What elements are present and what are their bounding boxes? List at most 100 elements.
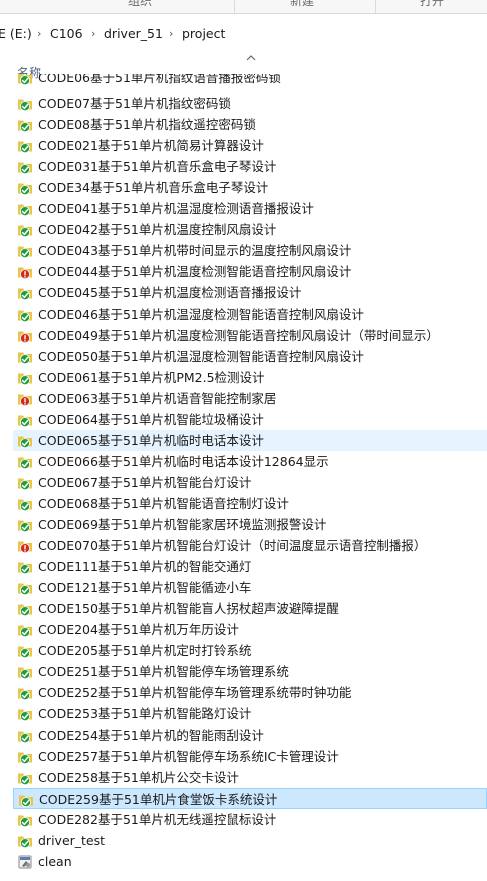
file-name: CODE259基于51单机片食堂饭卡系统设计 <box>39 791 278 807</box>
file-name: CODE063基于51单片机语音智能控制家居 <box>38 390 277 406</box>
file-name: CODE111基于51单片机的智能交通灯 <box>38 559 252 575</box>
file-list-item[interactable]: CODE150基于51单片机智能盲人拐杖超声波避障提醒 <box>13 598 487 619</box>
chevron-right-icon[interactable]: › <box>169 20 173 48</box>
folder-synced-icon <box>18 836 32 848</box>
folder-error-icon <box>18 331 32 343</box>
file-list-item[interactable]: CODE043基于51单片机带时间显示的温度控制风扇设计 <box>13 240 487 261</box>
file-name: CODE070基于51单片机智能台灯设计（时间温度显示语音控制播报） <box>38 538 427 554</box>
file-list-item[interactable]: CODE064基于51单片机智能垃圾桶设计 <box>13 409 487 430</box>
chevron-right-icon[interactable]: › <box>37 20 41 48</box>
folder-synced-icon <box>18 520 32 533</box>
file-list-item[interactable]: CODE07基于51单片机指纹密码锁 <box>13 93 487 114</box>
file-list-item[interactable]: CODE282基于51单片机无线遥控鼠标设计 <box>13 809 487 830</box>
folder-synced-icon <box>18 141 32 154</box>
breadcrumb-drive[interactable]: E (E:) <box>0 20 32 48</box>
file-list-item[interactable]: CODE067基于51单片机智能台灯设计 <box>13 472 487 493</box>
file-list-item[interactable]: CODE041基于51单片机温湿度检测语音播报设计 <box>13 198 487 219</box>
file-name: CODE08基于51单片机指纹遥控密码锁 <box>38 117 256 133</box>
folder-synced-icon <box>18 288 32 301</box>
folder-synced-icon <box>18 688 32 701</box>
folder-synced-icon <box>18 204 32 217</box>
file-list-item[interactable]: CODE061基于51单片机PM2.5检测设计 <box>13 367 487 388</box>
file-list-item[interactable]: CODE258基于51单机片公交卡设计 <box>13 767 487 788</box>
file-list-item[interactable]: CODE252基于51单片机智能停车场管理系统带时钟功能 <box>13 682 487 703</box>
breadcrumb-project[interactable]: project <box>182 20 225 48</box>
file-name: CODE050基于51单片机温湿度检测智能语音控制风扇设计 <box>38 348 364 364</box>
file-list-item[interactable]: CODE08基于51单片机指纹遥控密码锁 <box>13 114 487 135</box>
breadcrumb[interactable]: E (E:) › C106 › driver_51 › project <box>0 20 487 48</box>
folder-synced-icon <box>18 120 32 133</box>
file-list-item[interactable]: CODE063基于51单片机语音智能控制家居 <box>13 388 487 409</box>
file-list-item[interactable]: CODE066基于51单片机临时电话本设计12864显示 <box>13 451 487 472</box>
file-list-item[interactable]: CODE049基于51单片机温度检测智能语音控制风扇设计（带时间显示） <box>13 325 487 346</box>
file-list-item[interactable]: CODE068基于51单片机智能语音控制灯设计 <box>13 493 487 514</box>
file-list-item[interactable]: CODE254基于51单片机的智能雨刮设计 <box>13 725 487 746</box>
file-name: CODE204基于51单片机万年历设计 <box>38 622 239 638</box>
file-list-item[interactable]: CODE111基于51单片机的智能交通灯 <box>13 556 487 577</box>
sort-ascending-icon[interactable] <box>246 54 256 62</box>
folder-synced-icon <box>18 731 32 743</box>
file-list-item[interactable]: CODE259基于51单机片食堂饭卡系统设计 <box>13 787 487 809</box>
breadcrumb-driver51[interactable]: driver_51 <box>104 20 163 48</box>
ribbon-group-labels: 组织 新建 打开 <box>0 0 487 14</box>
file-list-item[interactable]: driver_test <box>13 830 487 851</box>
file-list-item[interactable]: CODE044基于51单片机温度检测智能语音控制风扇设计 <box>13 261 487 282</box>
folder-synced-icon <box>18 310 32 322</box>
ribbon-group-new: 新建 <box>290 0 315 8</box>
folder-synced-icon <box>18 415 32 427</box>
file-list-item[interactable]: CODE205基于51单片机定时打铃系统 <box>13 640 487 661</box>
file-name: CODE066基于51单片机临时电话本设计12864显示 <box>38 453 329 469</box>
folder-synced-icon <box>18 352 32 364</box>
folder-synced-icon <box>18 183 32 196</box>
file-list-item[interactable]: CODE121基于51单片机智能循迹小车 <box>13 577 487 598</box>
file-name: CODE067基于51单片机智能台灯设计 <box>38 474 252 490</box>
file-list-item[interactable]: CODE253基于51单片机智能路灯设计 <box>13 703 487 724</box>
file-list-item[interactable]: CODE069基于51单片机智能家居环境监测报警设计 <box>13 514 487 535</box>
file-name: CODE069基于51单片机智能家居环境监测报警设计 <box>38 517 327 532</box>
file-list-item[interactable]: CODE021基于51单片机简易计算器设计 <box>13 135 487 156</box>
folder-synced-icon <box>18 815 32 827</box>
file-list-item[interactable]: CODE204基于51单片机万年历设计 <box>13 619 487 640</box>
file-list-item[interactable]: CODE251基于51单片机智能停车场管理系统 <box>13 661 487 682</box>
file-name: CODE34基于51单片机音乐盒电子琴设计 <box>38 180 269 196</box>
file-name: driver_test <box>38 832 106 848</box>
file-name: CODE041基于51单片机温湿度检测语音播报设计 <box>38 201 314 217</box>
file-name: CODE065基于51单片机临时电话本设计 <box>38 432 264 448</box>
file-list-item[interactable]: CODE050基于51单片机温湿度检测智能语音控制风扇设计 <box>13 346 487 367</box>
folder-synced-icon <box>18 752 32 764</box>
ribbon-group-open: 打开 <box>420 0 445 8</box>
folder-error-icon <box>18 394 32 406</box>
file-list-item[interactable]: CODE06基于51单片机指纹语音播报密码锁 <box>13 74 487 88</box>
file-list-item[interactable]: CODE257基于51单片机智能停车场系统IC卡管理设计 <box>13 746 487 767</box>
file-name: CODE064基于51单片机智能垃圾桶设计 <box>38 411 264 427</box>
chevron-right-icon[interactable]: › <box>91 20 95 48</box>
folder-synced-icon <box>18 604 32 617</box>
folder-synced-icon <box>18 74 32 86</box>
file-name: CODE046基于51单片机温湿度检测智能语音控制风扇设计 <box>38 306 364 322</box>
file-name: CODE251基于51单片机智能停车场管理系统 <box>38 664 289 680</box>
file-name: CODE061基于51单片机PM2.5检测设计 <box>38 369 265 385</box>
file-list-item[interactable]: CODE042基于51单片机温度控制风扇设计 <box>13 219 487 240</box>
file-list-item[interactable]: CODE031基于51单片机音乐盒电子琴设计 <box>13 156 487 177</box>
folder-synced-icon <box>18 373 32 385</box>
file-name: CODE150基于51单片机智能盲人拐杖超声波避障提醒 <box>38 601 339 617</box>
breadcrumb-c106[interactable]: C106 <box>50 20 83 48</box>
folder-synced-icon <box>18 646 32 659</box>
file-name: CODE045基于51单片机温度检测语音播报设计 <box>38 285 302 301</box>
file-list[interactable]: CODE06基于51单片机指纹语音播报密码锁 CODE07基于51单片机指纹密码锁… <box>0 74 487 881</box>
folder-synced-icon <box>18 709 32 722</box>
file-list-item[interactable]: CODE045基于51单片机温度检测语音播报设计 <box>13 282 487 303</box>
file-name: CODE253基于51单片机智能路灯设计 <box>38 706 252 722</box>
file-name: CODE068基于51单片机智能语音控制灯设计 <box>38 495 289 511</box>
file-list-item[interactable]: CODE046基于51单片机温湿度检测智能语音控制风扇设计 <box>13 304 487 325</box>
file-name: CODE042基于51单片机温度控制风扇设计 <box>38 222 277 238</box>
file-list-item[interactable]: CODE070基于51单片机智能台灯设计（时间温度显示语音控制播报） <box>13 535 487 556</box>
file-list-item[interactable]: clean <box>13 851 487 872</box>
file-list-item[interactable]: CODE34基于51单片机音乐盒电子琴设计 <box>13 177 487 198</box>
folder-synced-icon <box>18 457 32 470</box>
file-list-item[interactable]: CODE065基于51单片机临时电话本设计 <box>13 429 487 451</box>
folder-synced-icon <box>18 162 32 175</box>
folder-error-icon <box>18 541 32 554</box>
file-name: CODE031基于51单片机音乐盒电子琴设计 <box>38 159 277 175</box>
folder-synced-icon <box>18 773 32 785</box>
